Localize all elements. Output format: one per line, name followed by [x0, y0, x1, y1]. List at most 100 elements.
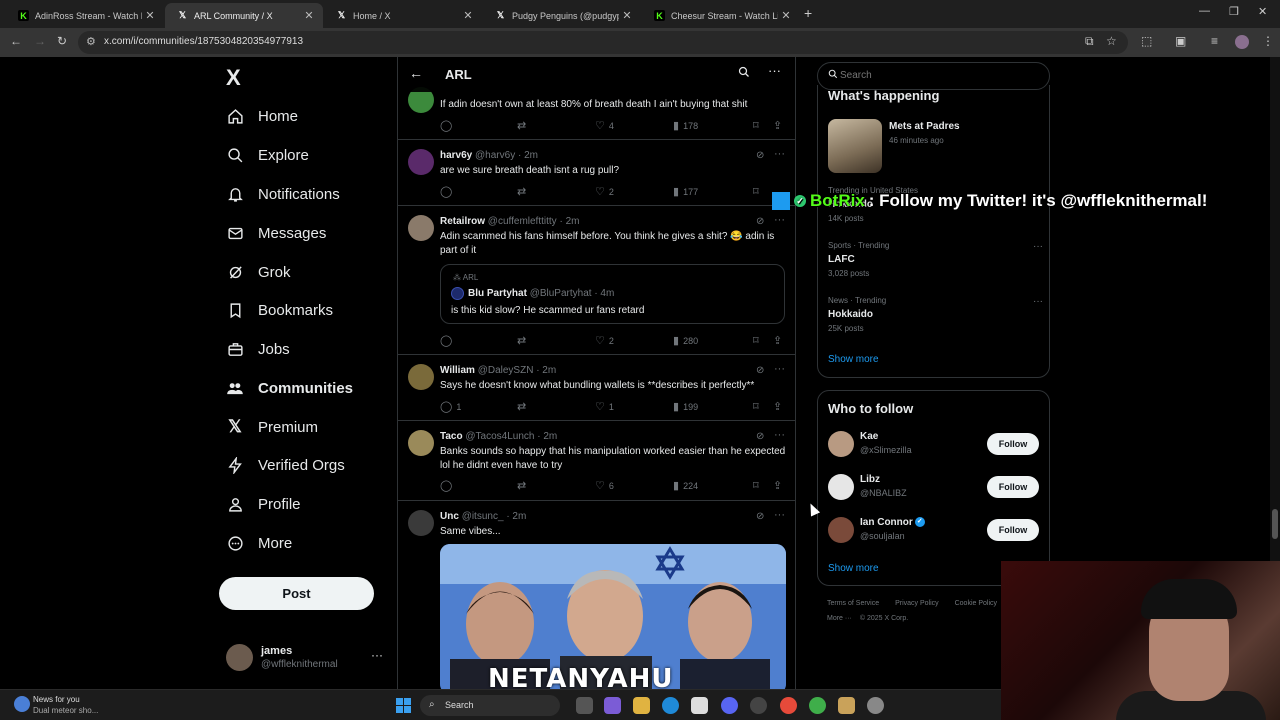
settings-icon[interactable] — [867, 697, 884, 714]
bookmark-button[interactable]: ⌑ — [753, 185, 763, 198]
task-view-icon[interactable] — [576, 697, 593, 714]
nav-explore[interactable]: Explore — [226, 140, 309, 170]
show-more-link[interactable]: Show more — [828, 563, 879, 574]
follow-button[interactable]: Follow — [987, 476, 1039, 498]
follow-button[interactable]: Follow — [987, 433, 1039, 455]
cookie-link[interactable]: Cookie Policy — [955, 600, 997, 607]
bookmark-button[interactable]: ⌑ — [753, 400, 763, 413]
author-name[interactable]: William — [440, 365, 475, 376]
share-button[interactable]: ⇪ — [773, 119, 786, 132]
chrome-icon[interactable] — [780, 697, 797, 714]
repost-button[interactable]: ⇄ — [517, 334, 530, 347]
browser-tab[interactable]: K AdinRoss Stream - Watch Li ✕ — [6, 3, 164, 28]
more-icon[interactable]: ··· — [371, 648, 383, 662]
browser-tab-active[interactable]: 𝕏 ARL Community / X ✕ — [165, 3, 323, 28]
forward-icon[interactable]: → — [34, 34, 46, 48]
nav-bookmarks[interactable]: Bookmarks — [226, 295, 333, 325]
tweet-time[interactable]: · 2m — [506, 511, 526, 522]
nav-home[interactable]: Home — [226, 101, 298, 131]
more-icon[interactable]: ··· — [768, 63, 781, 78]
quoted-tweet[interactable]: ⁂ ARL Blu Partyhat @BluPartyhat · 4m is … — [440, 264, 785, 324]
install-icon[interactable]: ⧉ — [1085, 34, 1094, 49]
bookmark-button[interactable]: ⌑ — [753, 119, 763, 132]
tweet[interactable]: William @DaleySZN · 2m ⊘ ··· Says he doe… — [398, 355, 795, 421]
nav-more[interactable]: More — [226, 528, 292, 558]
close-icon[interactable]: ✕ — [460, 9, 476, 22]
nav-verified-orgs[interactable]: Verified Orgs — [226, 450, 345, 480]
grok-icon[interactable]: ⊘ — [756, 216, 764, 227]
discord-icon[interactable] — [721, 697, 738, 714]
star-icon[interactable]: ☆ — [1106, 34, 1117, 48]
close-window-icon[interactable]: ✕ — [1258, 5, 1267, 18]
show-more-link[interactable]: Show more — [828, 354, 879, 365]
more-icon[interactable]: ··· — [1033, 296, 1043, 307]
back-arrow-icon[interactable]: ← — [409, 65, 423, 81]
share-button[interactable]: ⇪ — [773, 334, 786, 347]
browser-tab[interactable]: K Cheesur Stream - Watch Live o ✕ — [642, 3, 800, 28]
grok-icon[interactable]: ⊘ — [756, 511, 764, 522]
reply-button[interactable]: ◯ — [440, 334, 456, 347]
tweet[interactable]: harv6y @harv6y · 2m ⊘ ··· are we sure br… — [398, 140, 795, 206]
privacy-link[interactable]: Privacy Policy — [895, 600, 939, 607]
more-icon[interactable]: ··· — [774, 429, 785, 441]
author-handle[interactable]: @Tacos4Lunch — [465, 431, 534, 442]
url-field[interactable]: ⚙ x.com/i/communities/187530482035497791… — [78, 31, 1128, 54]
views-button[interactable]: ▮ 224 — [673, 479, 698, 492]
grok-icon[interactable]: ⊘ — [756, 431, 764, 442]
search-icon[interactable] — [738, 66, 750, 81]
tweet-time[interactable]: · 2m — [559, 216, 579, 227]
repost-button[interactable]: ⇄ — [517, 185, 530, 198]
search-input[interactable] — [840, 70, 1030, 81]
more-icon[interactable]: ··· — [774, 509, 785, 521]
trend-title[interactable]: Mets at Padres — [889, 121, 960, 132]
reply-button[interactable]: ◯ 1 — [440, 400, 461, 413]
like-button[interactable]: ♡ 6 — [595, 479, 614, 492]
file-explorer-icon[interactable] — [633, 697, 650, 714]
like-button[interactable]: ♡ 2 — [595, 334, 614, 347]
more-icon[interactable]: ··· — [774, 363, 785, 375]
author-handle[interactable]: @harv6y — [475, 150, 515, 161]
trend-item[interactable]: News · Trending Hokkaido 25K posts ··· — [828, 296, 1043, 333]
share-button[interactable]: ⇪ — [773, 400, 786, 413]
grok-icon[interactable]: ⊘ — [756, 150, 764, 161]
repost-button[interactable]: ⇄ — [517, 119, 530, 132]
author-name[interactable]: harv6y — [440, 150, 472, 161]
reply-button[interactable]: ◯ — [440, 185, 456, 198]
repost-button[interactable]: ⇄ — [517, 400, 530, 413]
chrome-alt-icon[interactable] — [809, 697, 826, 714]
nav-grok[interactable]: Grok — [226, 257, 291, 287]
follow-suggestion[interactable]: Ian Connor ✓ @souljalan Follow — [828, 517, 1043, 547]
site-info-icon[interactable]: ⚙ — [86, 35, 96, 48]
reply-button[interactable]: ◯ — [440, 479, 456, 492]
tweet-media-image[interactable]: NETANYAHU — [440, 544, 786, 689]
author-handle[interactable]: @DaleySZN — [478, 365, 534, 376]
footer-more-link[interactable]: More ··· — [827, 615, 852, 622]
views-button[interactable]: ▮ 280 — [673, 334, 698, 347]
extensions-icon[interactable]: ⬚ — [1141, 34, 1152, 48]
terms-link[interactable]: Terms of Service — [827, 600, 879, 607]
nav-jobs[interactable]: Jobs — [226, 334, 290, 364]
tweet-time[interactable]: · 2m — [537, 431, 557, 442]
windows-start-icon[interactable] — [396, 698, 411, 713]
views-button[interactable]: ▮ 177 — [673, 185, 698, 198]
close-icon[interactable]: ✕ — [778, 9, 794, 22]
tweet-time[interactable]: · 2m — [536, 365, 556, 376]
nav-notifications[interactable]: Notifications — [226, 179, 340, 209]
author-handle[interactable]: @itsunc_ — [462, 511, 504, 522]
repost-button[interactable]: ⇄ — [517, 479, 530, 492]
store-icon[interactable] — [691, 697, 708, 714]
back-icon[interactable]: ← — [10, 34, 22, 48]
edge-icon[interactable] — [662, 697, 679, 714]
reload-icon[interactable]: ↻ — [57, 34, 67, 48]
author-name[interactable]: Taco — [440, 431, 463, 442]
minimize-icon[interactable]: — — [1199, 5, 1210, 17]
news-subtitle[interactable]: Dual meteor sho... — [33, 706, 98, 715]
news-title[interactable]: News for you — [33, 695, 80, 704]
app-icon[interactable] — [838, 697, 855, 714]
follow-button[interactable]: Follow — [987, 519, 1039, 541]
follow-suggestion[interactable]: Libz @NBALIBZ Follow — [828, 474, 1043, 504]
like-button[interactable]: ♡ 2 — [595, 185, 614, 198]
views-button[interactable]: ▮ 178 — [673, 119, 698, 132]
close-icon[interactable]: ✕ — [619, 9, 635, 22]
nav-messages[interactable]: Messages — [226, 218, 326, 248]
